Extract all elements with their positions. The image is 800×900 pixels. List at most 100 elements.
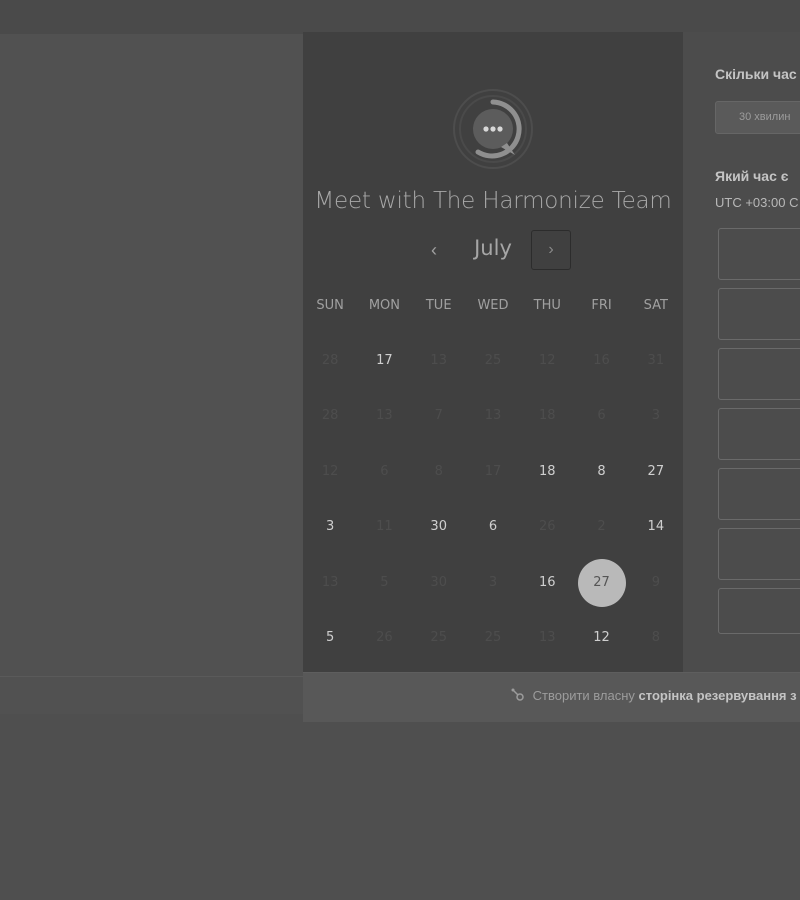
weekday-label: TUE (425, 298, 452, 313)
day-number: 13 (321, 574, 339, 590)
calendar-day: 5 (357, 558, 411, 608)
weekday-label: MON (368, 298, 401, 313)
time-slot[interactable] (718, 408, 800, 460)
calendar-week-row: 12 6 8 17 18 8 27 (303, 444, 683, 500)
day-number: 28 (321, 352, 339, 368)
day-number: 25 (484, 630, 502, 646)
calendar-day: 30 (412, 558, 466, 608)
calendar-day: 13 (466, 391, 520, 441)
day-number: 27 (577, 558, 626, 607)
calendar-day-selected[interactable]: 27 (574, 558, 628, 608)
calendar-day: 26 (520, 502, 574, 552)
weekday-label: WED (477, 298, 509, 313)
day-number: 14 (647, 519, 665, 535)
day-number: 3 (651, 408, 660, 424)
calendar-day: 13 (303, 558, 357, 608)
overlay-top-band (0, 0, 800, 34)
calendar-day[interactable]: 3 (303, 502, 357, 552)
chevron-right-icon[interactable]: › (531, 230, 571, 270)
calendar-day: 17 (466, 447, 520, 497)
day-number: 26 (538, 519, 556, 535)
calendar-day: 12 (520, 336, 574, 386)
day-number: 5 (326, 630, 335, 646)
day-number: 17 (376, 352, 393, 368)
calendar-day: 13 (412, 336, 466, 386)
meeting-title: Meet with The Harmonize Team (314, 188, 672, 214)
calendar-day[interactable]: 17 (357, 336, 411, 386)
day-number: 26 (376, 630, 393, 646)
day-number: 9 (651, 574, 660, 590)
weekday-label: SAT (643, 298, 668, 313)
calendar-day: 8 (412, 447, 466, 497)
day-number: 31 (647, 352, 665, 368)
time-slot[interactable] (718, 588, 800, 634)
day-number: 13 (430, 352, 447, 368)
day-number: 30 (430, 574, 447, 590)
calendar-day: 28 (303, 391, 357, 441)
calendar-day[interactable]: 14 (629, 502, 683, 552)
calendar-day: 9 (629, 558, 683, 608)
day-number: 6 (380, 463, 389, 479)
calendar-week-row: 5 26 25 25 13 12 8 (303, 611, 683, 667)
calendar-day: 25 (412, 613, 466, 663)
day-number: 25 (430, 630, 447, 646)
calendar-day[interactable]: 30 (412, 502, 466, 552)
day-number: 3 (326, 519, 335, 535)
time-slot[interactable] (718, 348, 800, 400)
time-slot[interactable] (718, 288, 800, 340)
calendar-day[interactable]: 18 (520, 447, 574, 497)
day-number: 3 (488, 574, 498, 590)
day-number: 8 (651, 630, 660, 646)
footer-prefix: Створити власну (532, 688, 635, 703)
create-booking-page-link[interactable]: Створити власну сторінка резервування з (511, 688, 797, 703)
calendar-day: 28 (303, 336, 357, 386)
calendar-week-row: 3 11 30 6 26 2 14 (303, 500, 683, 556)
footer-bold-link[interactable]: сторінка резервування з (639, 688, 797, 703)
day-number: 2 (597, 519, 606, 535)
calendar-day: 25 (466, 613, 520, 663)
time-slot[interactable] (718, 228, 800, 280)
calendar-day: 8 (629, 613, 683, 663)
day-number: 5 (380, 574, 389, 590)
calendar-day[interactable]: 12 (574, 613, 628, 663)
calendar-day: 25 (466, 336, 520, 386)
calendar-day: 13 (357, 391, 411, 441)
calendar-day: 26 (357, 613, 411, 663)
booking-footer: Створити власну сторінка резервування з (303, 672, 800, 722)
day-number: 18 (538, 408, 556, 424)
time-slot[interactable] (718, 528, 800, 580)
meetings-widget: Meet with The Harmonize Team ‹ July › SU… (303, 32, 800, 722)
calendar-day: 6 (574, 391, 628, 441)
day-number: 8 (597, 463, 606, 479)
day-number: 7 (434, 408, 443, 424)
calendar-day: 3 (466, 558, 520, 608)
chevron-left-icon[interactable]: ‹ (420, 236, 448, 264)
timezone-label[interactable]: UTC +03:00 С (715, 195, 798, 210)
month-label: July (474, 236, 512, 260)
day-number: 27 (647, 463, 665, 479)
sprocket-icon (511, 688, 525, 702)
weekday-header: SUN MON TUE WED THU FRI SAT (303, 298, 683, 318)
calendar-day[interactable]: 6 (466, 502, 520, 552)
calendar-day: 16 (574, 336, 628, 386)
calendar-day: 6 (357, 447, 411, 497)
calendar-day: 11 (357, 502, 411, 552)
day-number: 13 (538, 630, 556, 646)
day-number: 16 (593, 352, 610, 368)
time-slot[interactable] (718, 468, 800, 520)
time-heading: Який час є (715, 168, 789, 184)
calendar-week-row: 13 5 30 3 16 27 9 (303, 555, 683, 611)
calendar-day[interactable]: 5 (303, 613, 357, 663)
weekday-label: THU (533, 298, 561, 313)
calendar-day: 13 (520, 613, 574, 663)
calendar-day[interactable]: 16 (520, 558, 574, 608)
calendar-day[interactable]: 8 (574, 447, 628, 497)
calendar-day: 7 (412, 391, 466, 441)
calendar-day: 2 (574, 502, 628, 552)
calendar-day[interactable]: 27 (629, 447, 683, 497)
calendar-week-row: 28 13 7 13 18 6 3 (303, 389, 683, 445)
duration-option-button[interactable]: 30 хвилин (715, 101, 800, 134)
calendar-grid: 28 17 13 25 12 16 31 28 13 7 13 18 6 3 12 6 8 17 18 8 27 3 11 3… (303, 333, 683, 666)
calendar-week-row: 28 17 13 25 12 16 31 (303, 333, 683, 389)
day-number: 12 (593, 630, 610, 646)
